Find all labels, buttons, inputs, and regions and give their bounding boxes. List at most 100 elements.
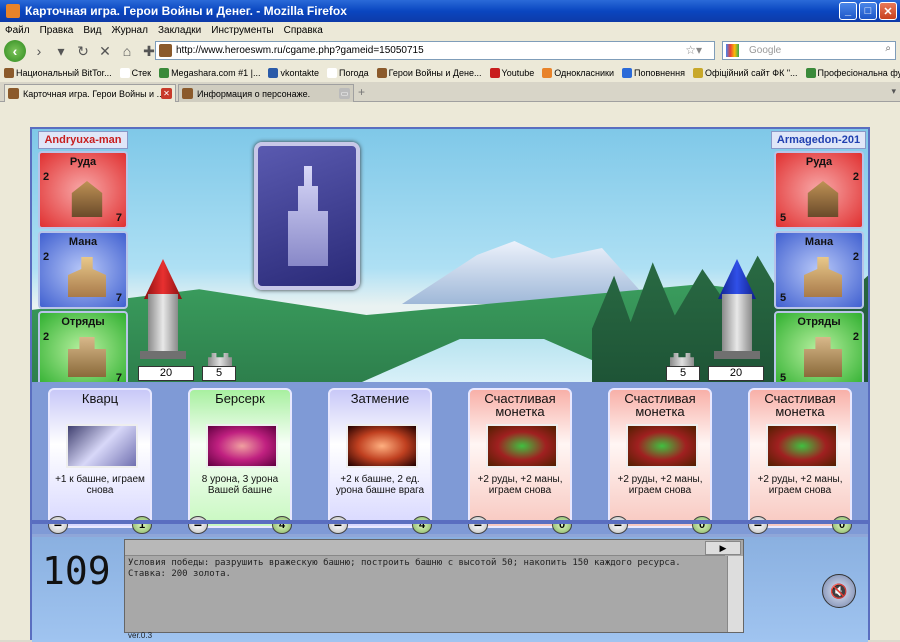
left-mana-panel: Мана 2 7 xyxy=(38,231,128,309)
menu-edit[interactable]: Правка xyxy=(40,25,74,36)
bookmark-label: Поповнення xyxy=(634,67,685,78)
bookmark-icon xyxy=(622,68,633,79)
card-description: +2 руды, +2 маны, играем снова xyxy=(757,474,843,496)
discard-card-button[interactable]: − xyxy=(188,516,208,534)
card-cost: 0 xyxy=(832,516,852,534)
right-mana-panel: Мана 2 5 xyxy=(774,231,864,309)
tab-character-info[interactable]: Информация о персонаже. ▭ xyxy=(178,84,354,102)
game-card[interactable]: Счастливая монетка +2 руды, +2 маны, игра… xyxy=(608,388,712,528)
discard-card-button[interactable]: − xyxy=(608,516,628,534)
menu-history[interactable]: Журнал xyxy=(111,25,148,36)
bookmark-item[interactable]: Youtube xyxy=(489,68,534,79)
card-cost: 0 xyxy=(692,516,712,534)
tab-list-icon[interactable]: ▾ xyxy=(891,86,896,97)
right-ore-panel: Руда 2 5 xyxy=(774,151,864,229)
card-cost: 0 xyxy=(552,516,572,534)
discard-card-button[interactable]: − xyxy=(468,516,488,534)
card-name: Затмение xyxy=(350,391,410,406)
address-bar[interactable]: http://www.heroeswm.ru/cgame.php?gameid=… xyxy=(155,41,715,60)
card-image xyxy=(486,424,558,468)
chat-input[interactable] xyxy=(125,540,725,556)
menu-tools[interactable]: Инструменты xyxy=(211,25,273,36)
search-engine-icon[interactable] xyxy=(726,44,739,57)
bookmark-item[interactable]: Професіональна фут... xyxy=(805,67,900,79)
resource-amount: 2 xyxy=(852,331,859,343)
left-wall-height: 5 xyxy=(202,366,236,381)
tab-favicon xyxy=(182,88,193,99)
card-controls: −1 xyxy=(48,516,152,536)
reload-icon[interactable]: ↻ xyxy=(74,42,92,60)
stop-icon[interactable]: ✕ xyxy=(96,42,114,60)
bookmark-item[interactable]: Megashara.com #1 |... xyxy=(159,68,260,79)
tab-close-icon[interactable]: ✕ xyxy=(161,88,172,99)
discard-card-button[interactable]: − xyxy=(328,516,348,534)
menu-view[interactable]: Вид xyxy=(83,25,101,36)
card-image xyxy=(66,424,138,468)
resource-amount: 2 xyxy=(43,171,50,183)
card-image xyxy=(626,424,698,468)
bookmark-label: Megashara.com #1 |... xyxy=(171,67,261,78)
discard-card-button[interactable]: − xyxy=(748,516,768,534)
back-button[interactable]: ‹ xyxy=(4,40,26,62)
game-log: ▶ Условия победы: разрушить вражескую ба… xyxy=(124,539,744,633)
search-icon[interactable]: ⌕ xyxy=(885,43,891,54)
tab-close-icon[interactable]: ▭ xyxy=(339,88,350,99)
magic-tower-icon xyxy=(68,257,106,297)
barracks-icon xyxy=(804,337,842,377)
bookmark-star-icon[interactable]: ☆▾ xyxy=(685,43,702,57)
game-card[interactable]: Берсерк 8 урона, 3 урона Вашей башне xyxy=(188,388,292,528)
bookmark-item[interactable]: Поповнення xyxy=(622,68,685,79)
card-controls: −0 xyxy=(748,516,852,536)
right-troops-panel: Отряды 2 5 xyxy=(774,311,864,382)
game-card[interactable]: Затмение +2 к башне, 2 ед. урона башне вр… xyxy=(328,388,432,528)
menu-bar: Файл Правка Вид Журнал Закладки Инструме… xyxy=(0,22,900,38)
menu-help[interactable]: Справка xyxy=(284,25,323,36)
card-cost: 4 xyxy=(412,516,432,534)
resource-amount: 2 xyxy=(43,251,50,263)
game-card[interactable]: Счастливая монетка +2 руды, +2 маны, игра… xyxy=(468,388,572,528)
bookmark-item[interactable]: Однокласники xyxy=(542,68,614,79)
bookmark-label: Национальный BitTor... xyxy=(16,67,112,78)
log-scrollbar[interactable] xyxy=(727,556,743,632)
menu-bookmarks[interactable]: Закладки xyxy=(158,25,201,36)
tab-label: Информация о персонаже. xyxy=(197,88,311,99)
search-input[interactable]: Google ⌕ xyxy=(722,41,896,60)
window-title: Карточная игра. Герои Войны и Денег. - M… xyxy=(25,4,347,18)
bookmark-label: Професіональна фут... xyxy=(817,67,900,78)
forward-button[interactable]: › xyxy=(30,42,48,60)
new-tab-button[interactable]: + xyxy=(358,85,374,101)
send-button[interactable]: ▶ xyxy=(705,541,741,555)
close-button[interactable]: ✕ xyxy=(879,2,897,20)
search-placeholder: Google xyxy=(749,45,782,56)
left-tower-height: 20 xyxy=(138,366,194,381)
discard-card-button[interactable]: − xyxy=(48,516,68,534)
bookmark-item[interactable]: Герои Войны и Дене... xyxy=(376,68,482,79)
game-card[interactable]: Счастливая монетка +2 руды, +2 маны, игра… xyxy=(748,388,852,528)
navigation-toolbar: ‹ › ▾ ↻ ✕ ⌂ ✚ http://www.heroeswm.ru/cga… xyxy=(0,38,900,64)
resource-income: 5 xyxy=(780,292,787,304)
maximize-button[interactable]: □ xyxy=(859,2,877,20)
version-label: ver.0.3 xyxy=(128,631,153,640)
home-icon[interactable]: ⌂ xyxy=(118,42,136,60)
sound-toggle-button[interactable]: 🔇 xyxy=(822,574,856,608)
bookmark-item[interactable]: Стек xyxy=(119,68,151,79)
bookmark-icon xyxy=(268,68,279,79)
card-description: 8 урона, 3 урона Вашей башне xyxy=(201,474,279,496)
bookmark-item[interactable]: Офіційний сайт ФК "... xyxy=(692,67,798,79)
menu-file[interactable]: Файл xyxy=(5,25,30,36)
bookmark-item[interactable]: vkontakte xyxy=(268,68,319,79)
resource-label: Мана xyxy=(804,236,834,248)
url-text: http://www.heroeswm.ru/cgame.php?gameid=… xyxy=(176,45,424,56)
tab-card-game[interactable]: Карточная игра. Герои Войны и ... ✕ xyxy=(4,84,176,102)
card-name: Берсерк xyxy=(215,391,265,406)
bookmark-item[interactable]: Национальный BitTor... xyxy=(4,68,112,79)
right-player-name: Armagedon-201 xyxy=(771,131,866,149)
bookmark-icon xyxy=(692,68,703,79)
bookmark-label: Офіційний сайт ФК "... xyxy=(704,67,798,78)
history-dropdown-icon[interactable]: ▾ xyxy=(52,42,70,60)
magic-tower-icon xyxy=(804,257,842,297)
minimize-button[interactable]: _ xyxy=(839,2,857,20)
right-tower-image xyxy=(712,259,762,359)
game-card[interactable]: Кварц +1 к башне, играем снова xyxy=(48,388,152,528)
bookmark-item[interactable]: Погода xyxy=(326,68,369,79)
